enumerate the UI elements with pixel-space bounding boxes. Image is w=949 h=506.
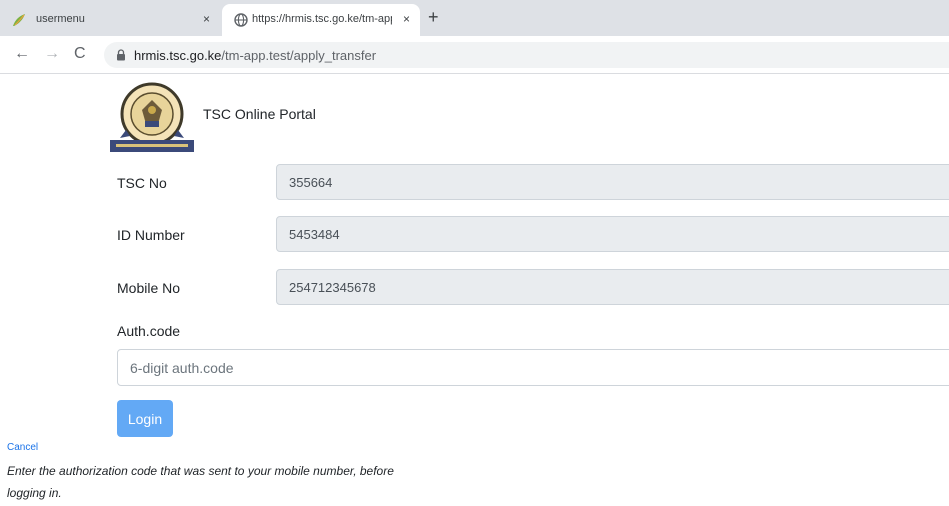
mobile-no-field[interactable] <box>276 269 949 305</box>
lock-icon <box>117 49 125 61</box>
reload-icon[interactable]: C <box>74 46 86 62</box>
cancel-link[interactable]: Cancel <box>7 442 38 453</box>
browser-tab-strip: usermenu × https://hrmis.tsc.go.ke/tm-ap… <box>0 0 949 36</box>
browser-toolbar: ← → C hrmis.tsc.go.ke/tm-app.test/apply_… <box>0 36 949 74</box>
tsc-logo <box>110 82 194 152</box>
forward-arrow-icon[interactable]: → <box>44 46 60 62</box>
id-number-field[interactable] <box>276 216 949 252</box>
page-content: TSC Online Portal TSC No ID Number Mobil… <box>0 74 949 506</box>
tab-title: https://hrmis.tsc.go.ke/tm-app.te <box>252 13 392 25</box>
url-host: hrmis.tsc.go.ke <box>134 48 222 63</box>
auth-code-label: Auth.code <box>117 323 181 339</box>
auth-help-text: Enter the authorization code that was se… <box>7 464 394 500</box>
mobile-no-label: Mobile No <box>117 280 181 296</box>
back-arrow-icon[interactable]: ← <box>14 46 30 62</box>
tsc-no-label: TSC No <box>117 175 167 191</box>
tab-title: usermenu <box>36 13 85 25</box>
tab-usermenu[interactable]: usermenu × <box>0 4 220 36</box>
url-path: /tm-app.test/apply_transfer <box>221 48 377 63</box>
globe-icon <box>234 13 248 27</box>
portal-title: TSC Online Portal <box>203 106 316 122</box>
new-tab-plus-icon[interactable]: + <box>428 8 439 26</box>
id-number-label: ID Number <box>117 227 185 243</box>
close-icon[interactable]: × <box>203 12 210 26</box>
auth-code-field[interactable] <box>117 349 949 386</box>
address-bar[interactable]: hrmis.tsc.go.ke/tm-app.test/apply_transf… <box>104 42 949 68</box>
usermenu-favicon-icon <box>13 14 25 26</box>
close-icon[interactable]: × <box>403 12 410 26</box>
url-text: hrmis.tsc.go.ke/tm-app.test/apply_transf… <box>134 48 376 63</box>
login-button[interactable]: Login <box>117 400 173 437</box>
tsc-no-field[interactable] <box>276 164 949 200</box>
tab-hrmis[interactable]: https://hrmis.tsc.go.ke/tm-app.te × <box>222 4 420 36</box>
